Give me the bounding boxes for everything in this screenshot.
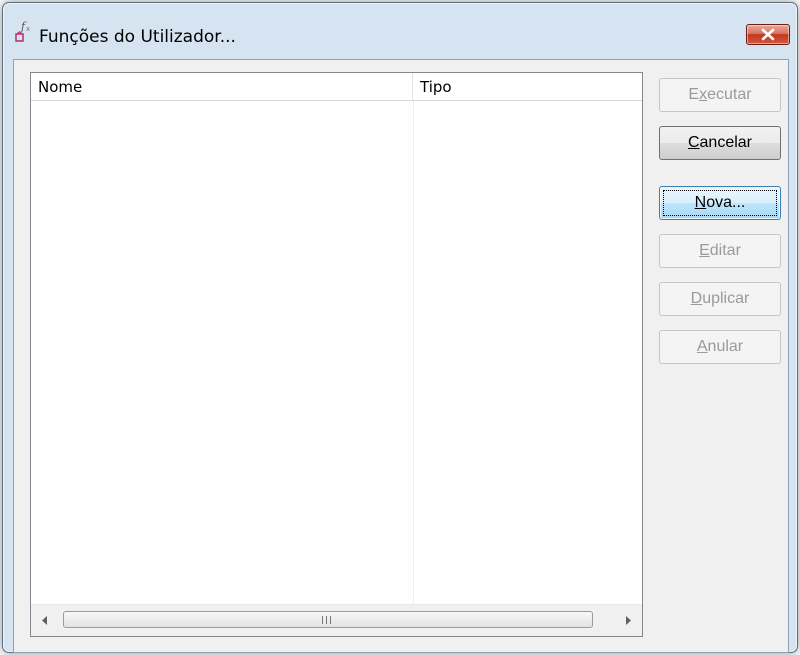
duplicar-label: Duplicar bbox=[690, 290, 750, 307]
executar-label: Executar bbox=[688, 86, 752, 103]
svg-text:x: x bbox=[26, 25, 30, 33]
cancelar-button[interactable]: Cancelar bbox=[659, 126, 781, 160]
function-fx-icon: f x bbox=[15, 20, 33, 43]
horizontal-scrollbar[interactable] bbox=[31, 604, 642, 636]
editar-label: Editar bbox=[699, 242, 741, 259]
editar-button[interactable]: Editar bbox=[659, 234, 781, 268]
arrow-right-icon bbox=[626, 616, 631, 625]
anular-label: Anular bbox=[696, 338, 744, 355]
column-header-nome[interactable]: Nome bbox=[31, 73, 413, 101]
close-button[interactable] bbox=[746, 24, 790, 45]
dialog-body: Nome Tipo Executar Cancelar Nova... Edit… bbox=[13, 59, 789, 653]
scroll-left-button[interactable] bbox=[31, 605, 61, 636]
anular-button[interactable]: Anular bbox=[659, 330, 781, 364]
cancelar-label: Cancelar bbox=[687, 134, 753, 151]
close-icon bbox=[761, 28, 775, 41]
dialog-window: f x Funções do Utilizador... Nome Tipo E… bbox=[2, 2, 798, 653]
focus-ring bbox=[663, 190, 777, 216]
grip-icon bbox=[322, 616, 331, 624]
nova-button[interactable]: Nova... bbox=[659, 186, 781, 220]
scroll-right-button[interactable] bbox=[612, 605, 642, 636]
functions-list[interactable]: Nome Tipo bbox=[30, 72, 643, 637]
list-header: Nome Tipo bbox=[31, 73, 642, 101]
title-bar[interactable]: f x Funções do Utilizador... bbox=[3, 3, 797, 59]
arrow-left-icon bbox=[42, 616, 47, 625]
duplicar-button[interactable]: Duplicar bbox=[659, 282, 781, 316]
window-title: Funções do Utilizador... bbox=[39, 27, 236, 47]
column-header-tipo[interactable]: Tipo bbox=[413, 73, 642, 101]
column-divider bbox=[413, 101, 414, 604]
executar-button[interactable]: Executar bbox=[659, 78, 781, 112]
scroll-thumb[interactable] bbox=[63, 611, 593, 628]
